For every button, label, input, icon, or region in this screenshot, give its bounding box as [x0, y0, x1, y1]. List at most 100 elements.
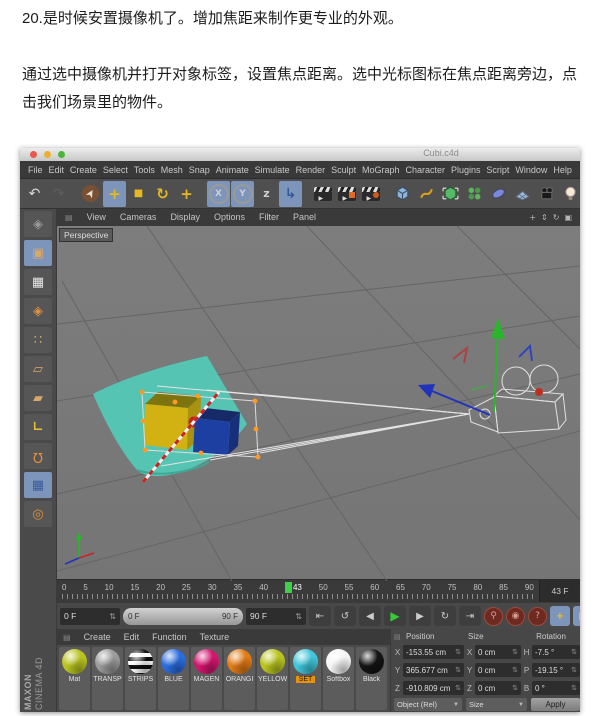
render-view-icon[interactable] [311, 181, 334, 207]
lock-y-axis-icon[interactable]: Y [231, 180, 254, 207]
add-environment-icon[interactable] [511, 181, 534, 207]
viewport-canvas[interactable]: Perspective [57, 225, 580, 581]
menu-create[interactable]: Create [70, 165, 97, 175]
key-position-icon[interactable]: + [550, 606, 570, 627]
position-z-field[interactable]: -910.809 cm ⇅ [403, 681, 464, 695]
material-yellow[interactable]: YELLOW [257, 647, 288, 710]
material-menu-function[interactable]: Function [152, 632, 187, 642]
menu-edit[interactable]: Edit [48, 165, 64, 175]
close-window-button[interactable] [30, 151, 37, 158]
add-camera-icon[interactable] [535, 181, 558, 207]
viewport-menu-cameras[interactable]: Cameras [120, 212, 157, 222]
menu-mesh[interactable]: Mesh [161, 165, 183, 175]
workplane-mode-icon[interactable]: ▦ [24, 472, 52, 498]
viewport-menu-options[interactable]: Options [214, 212, 245, 222]
menu-simulate[interactable]: Simulate [255, 165, 290, 175]
live-selection-icon[interactable]: ➤ [78, 181, 103, 207]
material-blue[interactable]: BLUE [158, 647, 189, 710]
menu-select[interactable]: Select [103, 165, 128, 175]
view-label[interactable]: Perspective [59, 227, 114, 242]
render-settings-icon[interactable] [359, 181, 382, 207]
coordinate-system-icon[interactable]: ↳ [279, 180, 302, 207]
autokey-icon[interactable]: ◉ [506, 606, 525, 626]
material-set-selected[interactable]: SET [290, 647, 321, 710]
position-y-field[interactable]: 365.677 cm ⇅ [403, 663, 464, 677]
goto-end-icon[interactable]: ⇥ [459, 606, 481, 627]
pan-view-icon[interactable]: + [529, 213, 536, 222]
scale-tool-icon[interactable]: ■ [127, 181, 150, 207]
add-cube-icon[interactable] [391, 181, 414, 207]
menu-character[interactable]: Character [406, 165, 446, 175]
menu-script[interactable]: Script [486, 165, 509, 175]
model-mode-icon[interactable]: ▦ [24, 269, 52, 295]
material-transp[interactable]: TRANSP [92, 647, 123, 710]
add-spline-icon[interactable] [415, 181, 438, 207]
size-x-field[interactable]: 0 cm ⇅ [475, 645, 521, 659]
material-menu-texture[interactable]: Texture [200, 632, 230, 642]
rotate-tool-icon[interactable]: ↻ [151, 181, 174, 207]
material-orange[interactable]: ORANGI [224, 647, 255, 710]
last-tool-icon[interactable]: + [175, 181, 198, 207]
frame-range-slider[interactable]: 0 F 90 F [123, 607, 243, 625]
rotation-b-field[interactable]: 0 ° ⇅ [532, 681, 580, 695]
menu-render[interactable]: Render [296, 165, 326, 175]
play-backward-icon[interactable]: ↺ [334, 606, 356, 627]
size-z-field[interactable]: 0 cm ⇅ [475, 681, 521, 695]
menu-window[interactable]: Window [515, 165, 547, 175]
material-mat[interactable]: Mat [59, 647, 90, 710]
lock-x-axis-icon[interactable]: X [207, 180, 230, 207]
range-start-field[interactable]: 0 F ⇅ [60, 607, 120, 625]
c4d-logo-icon[interactable]: ◈ [24, 211, 52, 237]
polygons-mode-icon[interactable]: ▰ [24, 385, 52, 411]
menu-animate[interactable]: Animate [216, 165, 249, 175]
material-menu-create[interactable]: Create [84, 632, 111, 642]
rotate-view-icon[interactable]: ↻ [553, 213, 560, 222]
minimize-window-button[interactable] [44, 151, 51, 158]
add-light-icon[interactable] [559, 181, 580, 207]
points-mode-icon[interactable]: ∷ [24, 327, 52, 353]
play-icon[interactable]: ▶ [384, 606, 406, 627]
key-scale-icon[interactable]: ■ [573, 606, 580, 627]
texture-mode-icon[interactable]: ◈ [24, 298, 52, 324]
material-menu-edit[interactable]: Edit [124, 632, 140, 642]
help-icon[interactable]: ? [528, 606, 547, 626]
size-y-field[interactable]: 0 cm ⇅ [475, 663, 521, 677]
viewport-menu-display[interactable]: Display [170, 212, 200, 222]
material-magenta[interactable]: MAGEN [191, 647, 222, 710]
menu-help[interactable]: Help [553, 165, 572, 175]
add-mograph-icon[interactable] [463, 181, 486, 207]
move-tool-icon[interactable]: + [103, 180, 126, 207]
undo-icon[interactable]: ↶ [23, 181, 46, 207]
material-softbox[interactable]: Softbox [323, 647, 354, 710]
viewport-menu-filter[interactable]: Filter [259, 212, 279, 222]
lock-z-axis-icon[interactable]: z [255, 181, 278, 207]
add-deformer-icon[interactable] [487, 181, 510, 207]
render-region-icon[interactable] [335, 181, 358, 207]
loop-icon[interactable]: ↻ [434, 606, 456, 627]
menu-file[interactable]: File [28, 165, 43, 175]
viewport-menu-view[interactable]: View [87, 212, 106, 222]
timeline-ruler[interactable]: 0 5 10 15 20 25 30 35 40 43 50 55 60 65 [57, 580, 539, 602]
zoom-window-button[interactable] [58, 151, 65, 158]
menu-snap[interactable]: Snap [189, 165, 210, 175]
redo-icon[interactable]: ↷ [47, 181, 70, 207]
previous-frame-icon[interactable]: ◀ [359, 606, 381, 627]
coords-mode-dropdown[interactable]: Object (Rel) ▼ [394, 698, 462, 711]
viewport-menu-panel[interactable]: Panel [293, 212, 316, 222]
record-keyframe-icon[interactable]: ⚲ [484, 606, 503, 626]
menu-tools[interactable]: Tools [134, 165, 155, 175]
zoom-view-icon[interactable]: ⇕ [541, 213, 548, 222]
plane-snap-icon[interactable]: ◎ [24, 501, 52, 527]
next-frame-icon[interactable]: ▶ [409, 606, 431, 627]
material-strips[interactable]: STRIPS [125, 647, 156, 710]
axis-mode-icon[interactable]: ∟ [24, 414, 52, 440]
coords-size-dropdown[interactable]: Size ▼ [466, 698, 527, 711]
material-black[interactable]: Black [356, 647, 387, 710]
range-end-field[interactable]: 90 F ⇅ [246, 607, 306, 625]
snap-magnet-icon[interactable]: Ω [24, 443, 52, 469]
goto-start-icon[interactable]: ⇤ [309, 606, 331, 627]
position-x-field[interactable]: -153.55 cm ⇅ [403, 645, 464, 659]
add-subdivision-surface-icon[interactable] [439, 181, 462, 207]
make-editable-icon[interactable]: ▣ [24, 240, 52, 266]
toggle-view-icon[interactable]: ▣ [564, 213, 572, 222]
